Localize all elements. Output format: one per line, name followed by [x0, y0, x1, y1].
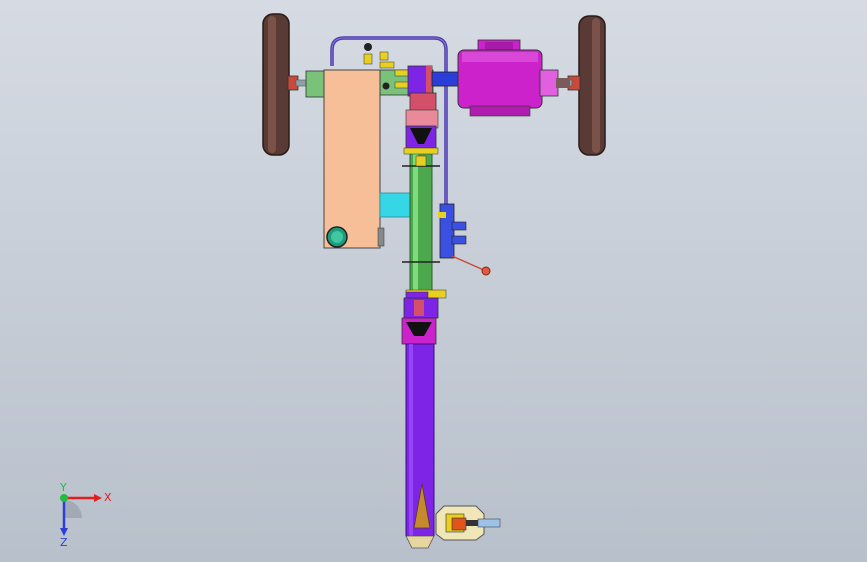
lower-joint	[401, 297, 439, 345]
coordinate-triad: X Y Z	[59, 481, 112, 549]
bottom-sensor-housing[interactable]	[435, 505, 501, 541]
assembly-model[interactable]	[0, 0, 867, 562]
x-axis-label: X	[104, 491, 112, 504]
valve-lever-knob[interactable]	[481, 266, 491, 276]
oil-tank[interactable]	[323, 69, 385, 249]
cad-viewport[interactable]: X Y Z	[0, 0, 867, 562]
z-axis-label: Z	[60, 536, 68, 549]
cyan-bracket	[379, 192, 411, 218]
left-wheel[interactable]	[262, 13, 299, 156]
y-axis-label: Y	[59, 481, 67, 494]
upper-cylinder-mount	[405, 125, 437, 151]
pump-coupling	[407, 65, 461, 97]
electric-motor[interactable]	[457, 39, 570, 117]
right-wheel[interactable]	[567, 15, 606, 156]
control-valve[interactable]	[438, 203, 491, 276]
hydraulic-cylinder[interactable]	[402, 147, 447, 303]
y-axis-point	[60, 494, 68, 502]
